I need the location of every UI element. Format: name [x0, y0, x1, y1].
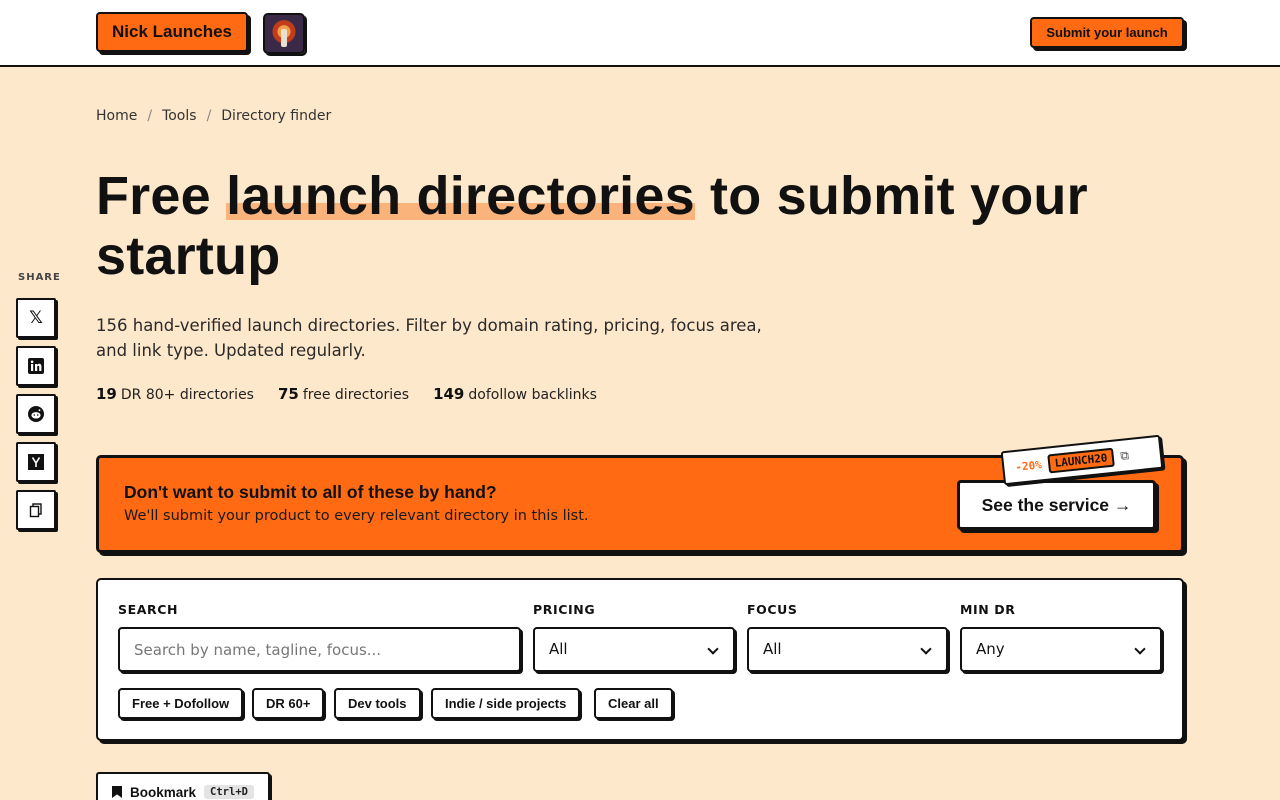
min-dr-select[interactable]: Any: [960, 627, 1162, 672]
reddit-icon: [28, 406, 44, 422]
chip-dr-60[interactable]: DR 60+: [252, 688, 325, 719]
share-x-button[interactable]: 𝕏: [16, 298, 56, 338]
copy-link-icon: [29, 503, 42, 518]
search-input[interactable]: [118, 627, 521, 672]
min-dr-label: MIN DR: [960, 602, 1016, 617]
copy-icon[interactable]: ⧉: [1119, 448, 1129, 464]
stat-value: 19: [96, 385, 117, 403]
breadcrumb-separator: /: [206, 108, 212, 124]
filter-panel: SEARCH PRICING All FOCUS All MIN DR Any …: [96, 578, 1184, 741]
bookmark-button[interactable]: Bookmark Ctrl+D: [96, 772, 270, 800]
stat-item: 75 free directories: [278, 385, 409, 403]
promo-title: Don't want to submit to all of these by …: [124, 482, 497, 502]
page-description: 156 hand-verified launch directories. Fi…: [96, 316, 762, 360]
share-linkedin-button[interactable]: [16, 346, 56, 386]
x-icon: 𝕏: [29, 308, 43, 328]
coupon-discount: -20%: [1014, 457, 1043, 474]
breadcrumb: Home / Tools / Directory finder: [96, 108, 331, 124]
stat-item: 19 DR 80+ directories: [96, 385, 254, 403]
min-dr-value: Any: [976, 640, 1005, 658]
focus-select[interactable]: All: [747, 627, 948, 672]
chevron-down-icon: [707, 643, 719, 655]
chevron-down-icon: [920, 643, 932, 655]
chip-dev-tools[interactable]: Dev tools: [334, 688, 421, 719]
stat-value: 75: [277, 385, 299, 403]
coupon-code: LAUNCH20: [1046, 447, 1116, 474]
top-nav: Nick Launches Submit your launch: [0, 0, 1280, 67]
bookmark-icon: [112, 786, 122, 798]
share-reddit-button[interactable]: [16, 394, 56, 434]
stat-label: DR 80+ directories: [120, 387, 254, 403]
clear-all-button[interactable]: Clear all: [594, 688, 673, 719]
chevron-down-icon: [1134, 643, 1146, 655]
bookmark-shortcut: Ctrl+D: [204, 785, 254, 799]
stats-row: 19 DR 80+ directories 75 free directories …: [96, 385, 597, 403]
page-title: Free launch directories to submit your s…: [96, 166, 1196, 286]
search-label: SEARCH: [118, 602, 179, 617]
linkedin-icon: [28, 358, 44, 374]
breadcrumb-current: Directory finder: [221, 108, 332, 124]
share-copy-link-button[interactable]: [16, 490, 56, 530]
brand-logo-button[interactable]: Nick Launches: [96, 12, 248, 52]
focus-value: All: [763, 640, 782, 658]
breadcrumb-home[interactable]: Home: [96, 108, 137, 124]
chip-free-dofollow[interactable]: Free + Dofollow: [118, 688, 244, 719]
avatar[interactable]: [263, 13, 305, 54]
breadcrumb-separator: /: [147, 108, 153, 124]
hackernews-icon: [28, 454, 44, 470]
chip-indie-side-projects[interactable]: Indie / side projects: [431, 688, 581, 719]
bookmark-label: Bookmark: [130, 784, 197, 800]
stat-item: 149 dofollow backlinks: [433, 385, 597, 403]
submit-launch-button[interactable]: Submit your launch: [1030, 17, 1184, 48]
title-pre: Free: [96, 166, 227, 226]
breadcrumb-tools[interactable]: Tools: [162, 108, 197, 124]
pricing-label: PRICING: [533, 602, 596, 617]
stat-label: free directories: [302, 387, 410, 403]
see-service-button[interactable]: See the service →: [957, 480, 1156, 530]
pricing-value: All: [549, 640, 568, 658]
share-label: SHARE: [18, 272, 61, 283]
promo-subtitle: We'll submit your product to every relev…: [124, 508, 589, 524]
title-highlight: launch directories: [226, 166, 695, 226]
stat-label: dofollow backlinks: [468, 387, 597, 403]
focus-label: FOCUS: [747, 602, 798, 617]
share-hackernews-button[interactable]: [16, 442, 56, 482]
stat-value: 149: [433, 385, 465, 403]
pricing-select[interactable]: All: [533, 627, 735, 672]
